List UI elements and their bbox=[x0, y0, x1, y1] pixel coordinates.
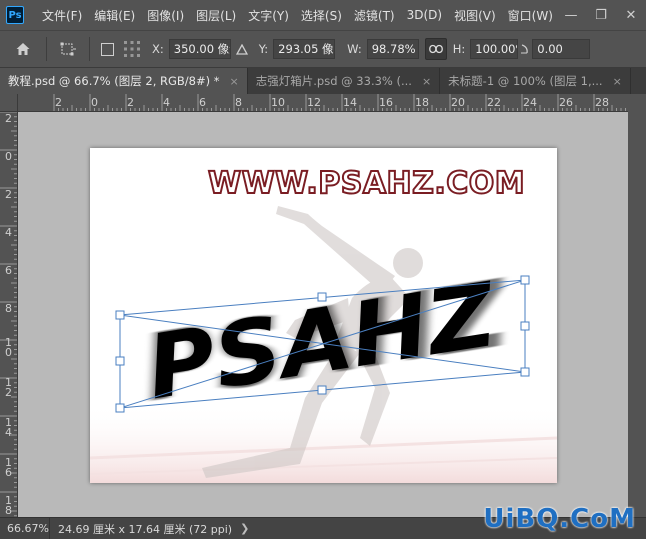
ruler-label: 10 bbox=[271, 96, 285, 109]
menu-edit[interactable]: 编辑(E) bbox=[88, 7, 141, 24]
relative-position-triangle-icon[interactable] bbox=[231, 34, 253, 64]
separator bbox=[46, 37, 47, 61]
vertical-scrollbar[interactable] bbox=[628, 112, 646, 517]
ruler-label: 8 bbox=[235, 96, 242, 109]
ruler-label: 22 bbox=[487, 96, 501, 109]
ruler-label: 2 bbox=[127, 96, 134, 109]
menu-select[interactable]: 选择(S) bbox=[295, 7, 348, 24]
ruler-label: 4 bbox=[5, 226, 12, 239]
menu-layer[interactable]: 图层(L) bbox=[190, 7, 242, 24]
ruler-label: 16 bbox=[379, 96, 393, 109]
ruler-label: 24 bbox=[523, 96, 537, 109]
ruler-label: 1 0 bbox=[5, 336, 12, 359]
ruler-label: 1 8 bbox=[5, 494, 12, 517]
x-label: X: bbox=[152, 42, 164, 56]
close-icon[interactable]: × bbox=[613, 75, 622, 88]
ruler-label: 18 bbox=[415, 96, 429, 109]
y-position-input[interactable]: 293.05 像素 bbox=[273, 39, 336, 59]
rotation-input[interactable]: 0.00 bbox=[532, 39, 591, 59]
menu-window[interactable]: 窗口(W) bbox=[502, 7, 559, 24]
ruler-label: 26 bbox=[559, 96, 573, 109]
menu-file[interactable]: 文件(F) bbox=[36, 7, 88, 24]
ruler-label: 1 6 bbox=[5, 456, 12, 479]
horizontal-ruler[interactable]: 2 0 2 4 6 8 10 12 14 16 18 20 22 24 26 2… bbox=[18, 94, 628, 112]
ruler-label: 6 bbox=[199, 96, 206, 109]
menu-view[interactable]: 视图(V) bbox=[448, 7, 502, 24]
options-bar: X: 350.00 像素 Y: 293.05 像素 W: 98.78% H: 1… bbox=[0, 30, 646, 68]
site-watermark-logo: UiBQ.CoM bbox=[483, 504, 636, 534]
menu-3d[interactable]: 3D(D) bbox=[401, 8, 448, 22]
watermark-text: WWW.PSAHZ.COM bbox=[207, 165, 526, 202]
menu-bar: Ps 文件(F) 编辑(E) 图像(I) 图层(L) 文字(Y) 选择(S) 滤… bbox=[0, 0, 646, 30]
close-icon[interactable]: × bbox=[230, 75, 239, 88]
h-label: H: bbox=[452, 42, 466, 56]
minimize-button[interactable]: — bbox=[556, 0, 586, 30]
ruler-label: 0 bbox=[91, 96, 98, 109]
restore-button[interactable]: ❐ bbox=[586, 0, 616, 30]
tab-document-2[interactable]: 志强灯箱片.psd @ 33.3% (... × bbox=[248, 68, 441, 94]
ruler-label: 1 2 bbox=[5, 376, 12, 399]
ruler-label: 20 bbox=[451, 96, 465, 109]
document-tab-bar: 教程.psd @ 66.7% (图层 2, RGB/8#) * × 志强灯箱片.… bbox=[0, 68, 646, 94]
document-dimensions: 24.69 厘米 x 17.64 厘米 (72 ppi) bbox=[58, 522, 233, 536]
ruler-label: 0 bbox=[5, 150, 12, 163]
close-button[interactable]: ✕ bbox=[616, 0, 646, 30]
ruler-label: 14 bbox=[343, 96, 357, 109]
width-input[interactable]: 98.78% bbox=[366, 39, 419, 59]
height-input[interactable]: 100.00% bbox=[470, 39, 519, 59]
home-icon[interactable] bbox=[6, 34, 40, 64]
tab-label: 志强灯箱片.psd @ 33.3% (... bbox=[255, 74, 412, 88]
ruler-label: 2 bbox=[55, 96, 62, 109]
vertical-ruler[interactable]: 2 0 2 4 6 8 1 0 1 2 1 4 1 6 1 8 bbox=[0, 112, 18, 517]
chevron-right-icon[interactable]: ❯ bbox=[240, 522, 249, 535]
link-aspect-ratio-icon[interactable] bbox=[424, 38, 447, 60]
reference-point-checkbox[interactable] bbox=[96, 34, 118, 64]
close-icon[interactable]: × bbox=[422, 75, 431, 88]
ruler-corner bbox=[0, 94, 18, 112]
y-label: Y: bbox=[258, 42, 269, 56]
ruler-label: 1 4 bbox=[5, 416, 12, 439]
reference-point-grid-icon[interactable] bbox=[118, 34, 146, 64]
zoom-level[interactable]: 66.67% bbox=[0, 518, 50, 539]
tab-label: 教程.psd @ 66.7% (图层 2, RGB/8#) * bbox=[8, 74, 220, 88]
tab-document-3[interactable]: 未标题-1 @ 100% (图层 1,... × bbox=[440, 68, 631, 94]
ruler-label: 2 bbox=[5, 112, 12, 125]
separator bbox=[89, 37, 90, 61]
menu-image[interactable]: 图像(I) bbox=[141, 7, 190, 24]
photoshop-logo-icon: Ps bbox=[6, 6, 24, 24]
menu-type[interactable]: 文字(Y) bbox=[242, 7, 295, 24]
menu-filter[interactable]: 滤镜(T) bbox=[348, 7, 401, 24]
ruler-label: 2 bbox=[5, 188, 12, 201]
window-controls: — ❐ ✕ bbox=[556, 0, 646, 30]
ruler-label: 12 bbox=[307, 96, 321, 109]
ruler-label: 4 bbox=[163, 96, 170, 109]
x-position-input[interactable]: 350.00 像素 bbox=[168, 39, 231, 59]
tab-document-1[interactable]: 教程.psd @ 66.7% (图层 2, RGB/8#) * × bbox=[0, 68, 248, 94]
transform-tool-icon[interactable] bbox=[53, 34, 83, 64]
ruler-label: 28 bbox=[595, 96, 609, 109]
w-label: W: bbox=[347, 42, 362, 56]
ruler-label: 8 bbox=[5, 302, 12, 315]
rotate-angle-icon bbox=[518, 34, 532, 64]
ruler-label: 6 bbox=[5, 264, 12, 277]
tab-label: 未标题-1 @ 100% (图层 1,... bbox=[448, 74, 603, 88]
